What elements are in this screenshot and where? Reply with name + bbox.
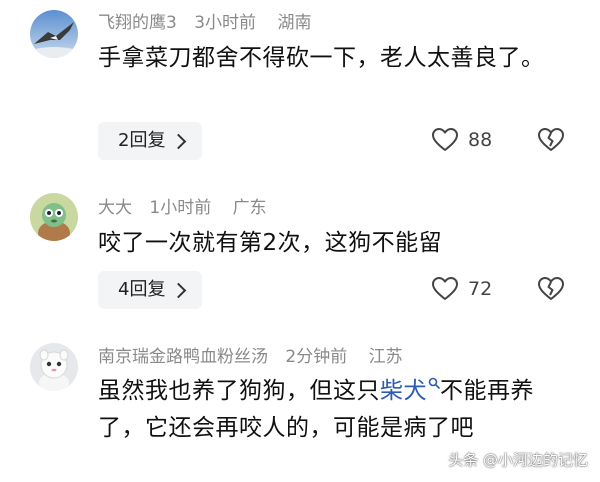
like-button[interactable]: 72 (432, 277, 492, 301)
cartoon-avatar-icon (30, 193, 78, 241)
chevron-right-icon (171, 133, 187, 150)
comment-item: 飞翔的鹰3 3小时前 湖南 手拿菜刀都舍不得砍一下，老人太善良了。 2回复 88 (0, 0, 600, 165)
username[interactable]: 大大 (98, 198, 132, 218)
comment-location: 广东 (232, 198, 267, 218)
search-icon (428, 378, 440, 390)
chevron-right-icon (171, 282, 187, 299)
heart-icon (432, 277, 458, 300)
comment-location: 江苏 (368, 347, 403, 367)
broken-heart-icon (538, 277, 564, 300)
comment-meta: 南京瑞金路鸭血粉丝汤 2分钟前 江苏 (98, 346, 419, 368)
like-button[interactable]: 88 (432, 128, 492, 152)
heart-icon (432, 128, 458, 151)
watermark: 头条 @小河边的记忆 (448, 451, 588, 469)
dislike-button[interactable] (538, 128, 564, 156)
avatar[interactable] (30, 343, 78, 391)
username[interactable]: 飞翔的鹰3 (98, 13, 177, 33)
comment-meta: 飞翔的鹰3 3小时前 湖南 (98, 12, 327, 34)
reply-button[interactable]: 4回复 (98, 271, 203, 309)
reply-label: 2回复 (118, 130, 166, 151)
reply-button[interactable]: 2回复 (98, 122, 203, 160)
search-tag-link[interactable]: 柴犬 (380, 378, 440, 404)
avatar[interactable] (30, 10, 78, 58)
plush-toy-avatar-icon (30, 343, 78, 391)
comment-time: 1小时前 (149, 198, 212, 218)
dislike-button[interactable] (538, 277, 564, 305)
comment-text: 手拿菜刀都舍不得砍一下，老人太善良了。 (98, 45, 545, 71)
avatar[interactable] (30, 193, 78, 241)
comment-item: 大大 1小时前 广东 咬了一次就有第2次，这狗不能留 4回复 72 (0, 165, 600, 325)
like-count: 72 (468, 278, 493, 300)
comment-text: 虽然我也养了狗狗，但这只柴犬 不能再养了，它还会再咬人的，可能是病了吧 (98, 373, 578, 447)
username[interactable]: 南京瑞金路鸭血粉丝汤 (98, 347, 268, 367)
comment-meta: 大大 1小时前 广东 (98, 197, 283, 219)
comment-time: 2分钟前 (285, 347, 348, 367)
comment-text: 咬了一次就有第2次，这狗不能留 (98, 230, 443, 256)
comment-time: 3小时前 (194, 13, 257, 33)
broken-heart-icon (538, 128, 564, 151)
tag-label: 柴犬 (380, 378, 427, 404)
comment-text-part: 虽然我也养了狗狗，但这只 (98, 378, 380, 404)
comment-location: 湖南 (277, 13, 312, 33)
eagle-avatar-icon (30, 10, 78, 58)
like-count: 88 (468, 129, 493, 151)
reply-label: 4回复 (118, 279, 166, 300)
